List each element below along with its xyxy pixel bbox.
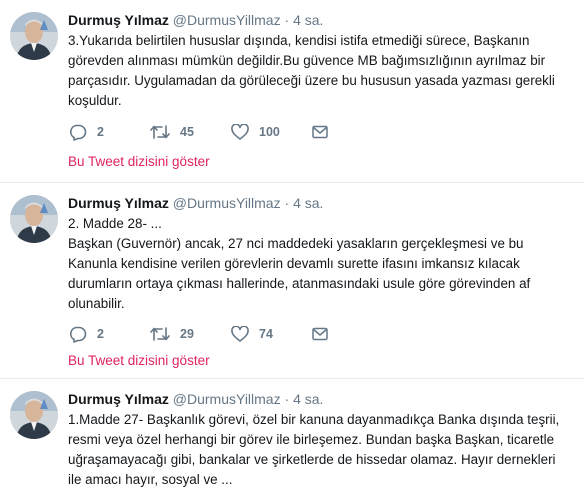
tweet[interactable]: Durmuş Yılmaz @DurmusYillmaz · 4 sa. 2. …: [0, 183, 584, 379]
tweet-text-line: ile amacı hayır, sosyal ve ...: [68, 472, 233, 487]
tweet-text-line: durumların ortaya çıkması hallerinde, at…: [68, 276, 531, 291]
dm-icon: [312, 125, 328, 139]
retweet-count: 29: [180, 327, 194, 341]
retweet-button[interactable]: 29: [150, 324, 194, 344]
retweet-count: 45: [180, 125, 194, 139]
reply-button[interactable]: 2: [68, 324, 104, 344]
avatar[interactable]: [10, 195, 58, 243]
direct-message-button[interactable]: [312, 324, 328, 344]
tweet-text-line: Başkan (Guvernör) ancak, 27 nci maddedek…: [68, 236, 524, 251]
tweet-text: 2. Madde 28- ... Başkan (Guvernör) ancak…: [68, 214, 576, 314]
like-icon: [231, 124, 249, 140]
tweet[interactable]: Durmuş Yılmaz @DurmusYillmaz · 4 sa. 3.Y…: [0, 0, 584, 183]
retweet-button[interactable]: 45: [150, 122, 194, 142]
tweet-text-line: Kanunla kendisine verilen görevlerin dev…: [68, 256, 520, 271]
tweet-content: Durmuş Yılmaz @DurmusYillmaz · 4 sa. 1.M…: [68, 390, 576, 490]
avatar[interactable]: [10, 12, 58, 60]
tweet-text-line: koşuldur.: [68, 93, 122, 108]
tweet-time[interactable]: 4 sa.: [293, 195, 323, 211]
avatar[interactable]: [10, 391, 58, 439]
tweet-header: Durmuş Yılmaz @DurmusYillmaz · 4 sa.: [68, 390, 576, 408]
like-icon: [231, 326, 249, 342]
separator: ·: [284, 12, 290, 28]
tweet-text-line: 3.Yukarıda belirtilen hususlar dışında, …: [68, 33, 530, 48]
direct-message-button[interactable]: [312, 122, 328, 142]
tweet-content: Durmuş Yılmaz @DurmusYillmaz · 4 sa. 2. …: [68, 194, 576, 314]
reply-button[interactable]: 2: [68, 122, 104, 142]
reply-icon: [70, 124, 87, 141]
author-fullname[interactable]: Durmuş Yılmaz: [68, 12, 169, 28]
like-button[interactable]: 100: [231, 122, 280, 142]
tweet-text-line: parçasıdır. Uygulamadan da görüleceği üz…: [68, 73, 555, 88]
tweet-text-line: uğraşamayacağı gibi, bankalar ve şirketl…: [68, 452, 556, 467]
reply-count: 2: [97, 125, 104, 139]
separator: ·: [284, 195, 290, 211]
reply-count: 2: [97, 327, 104, 341]
tweet-time[interactable]: 4 sa.: [293, 12, 323, 28]
retweet-icon: [150, 327, 170, 341]
like-button[interactable]: 74: [231, 324, 273, 344]
dm-icon: [312, 327, 328, 341]
tweet-timeline: Durmuş Yılmaz @DurmusYillmaz · 4 sa. 3.Y…: [0, 0, 584, 498]
retweet-icon: [150, 125, 170, 139]
tweet-text: 1.Madde 27- Başkanlık görevi, özel bir k…: [68, 410, 576, 490]
tweet-actions: 2 45 100: [68, 122, 368, 142]
tweet-text-line: olunabilir.: [68, 296, 125, 311]
show-thread-link[interactable]: Bu Tweet dizisini göster: [68, 353, 210, 368]
author-username[interactable]: @DurmusYillmaz: [173, 391, 281, 407]
author-username[interactable]: @DurmusYillmaz: [173, 195, 281, 211]
tweet-text-line: 1.Madde 27- Başkanlık görevi, özel bir k…: [68, 412, 560, 427]
like-count: 74: [259, 327, 273, 341]
show-thread-link[interactable]: Bu Tweet dizisini göster: [68, 154, 210, 169]
tweet-text-line: 2. Madde 28- ...: [68, 216, 162, 231]
tweet-header: Durmuş Yılmaz @DurmusYillmaz · 4 sa.: [68, 194, 576, 212]
tweet-actions: 2 29 74: [68, 324, 368, 344]
tweet[interactable]: Durmuş Yılmaz @DurmusYillmaz · 4 sa. 1.M…: [0, 379, 584, 498]
tweet-content: Durmuş Yılmaz @DurmusYillmaz · 4 sa. 3.Y…: [68, 11, 576, 111]
author-fullname[interactable]: Durmuş Yılmaz: [68, 195, 169, 211]
tweet-text-line: görevden alınması mümkün değildir.Bu güv…: [68, 53, 546, 68]
like-count: 100: [259, 125, 280, 139]
separator: ·: [284, 391, 290, 407]
tweet-time[interactable]: 4 sa.: [293, 391, 323, 407]
tweet-header: Durmuş Yılmaz @DurmusYillmaz · 4 sa.: [68, 11, 576, 29]
tweet-text-line: resmi veya özel herhangi bir görev ile b…: [68, 432, 555, 447]
tweet-text: 3.Yukarıda belirtilen hususlar dışında, …: [68, 31, 576, 111]
author-fullname[interactable]: Durmuş Yılmaz: [68, 391, 169, 407]
reply-icon: [70, 326, 87, 343]
author-username[interactable]: @DurmusYillmaz: [173, 12, 281, 28]
